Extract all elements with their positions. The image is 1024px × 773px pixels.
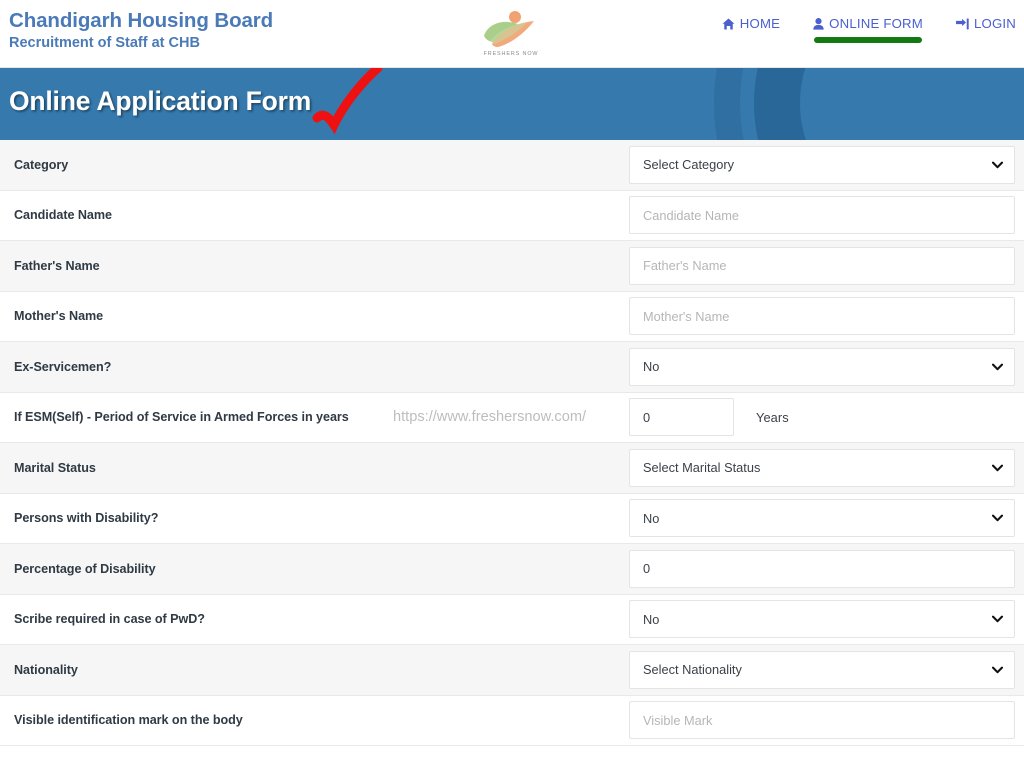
form-row: Percentage of Disability 0 <box>0 544 1024 595</box>
chevron-down-icon[interactable] <box>991 360 1004 373</box>
nav-link-home-label: HOME <box>739 16 781 31</box>
field-value: Visible Mark <box>643 712 713 728</box>
chevron-down-icon[interactable] <box>991 158 1004 171</box>
field-value: 0 <box>643 409 651 425</box>
text-input-field[interactable]: Mother's Name <box>629 297 1015 336</box>
form-row: Father's Name Father's Name <box>0 241 1024 292</box>
select-field[interactable]: No <box>629 499 1015 538</box>
brand-title: Chandigarh Housing Board <box>9 9 274 32</box>
text-input-field[interactable]: 0 <box>629 549 1015 588</box>
freshersnow-logo: FRESHERS NOW <box>478 8 544 60</box>
form-row-control: Candidate Name <box>629 196 1015 235</box>
site-header: Chandigarh Housing Board Recruitment of … <box>0 0 1024 68</box>
chevron-down-icon[interactable] <box>991 613 1004 626</box>
form-row-control: Visible Mark <box>629 701 1015 740</box>
form-row: Candidate Name Candidate Name <box>0 190 1024 241</box>
form-row: Visible identification mark on the body V… <box>0 695 1024 746</box>
chevron-down-icon[interactable] <box>991 461 1004 474</box>
active-nav-underline <box>814 37 923 43</box>
form-row-label: Father's Name <box>14 258 100 273</box>
form-row: Ex-Servicemen? No <box>0 342 1024 393</box>
select-field[interactable]: No <box>629 600 1015 639</box>
form-row-label: Ex-Servicemen? <box>14 359 112 374</box>
page-banner: Online Application Form <box>0 68 1024 140</box>
select-field[interactable]: No <box>629 347 1015 386</box>
form-row-label: Nationality <box>14 662 78 677</box>
form-row: Nationality Select Nationality <box>0 645 1024 696</box>
form-row-control: No <box>629 347 1015 386</box>
freshersnow-bird-icon <box>484 11 534 47</box>
text-input-field[interactable]: Father's Name <box>629 246 1015 285</box>
brand-subtitle: Recruitment of Staff at CHB <box>9 35 200 51</box>
form-row-label: Scribe required in case of PwD? <box>14 612 205 627</box>
select-field[interactable]: Select Category <box>629 145 1015 184</box>
chevron-down-icon[interactable] <box>991 663 1004 676</box>
select-field[interactable]: Select Marital Status <box>629 448 1015 487</box>
text-input-field[interactable]: Visible Mark <box>629 701 1015 740</box>
field-value: Select Category <box>643 157 735 173</box>
red-check-mark-icon <box>312 68 383 135</box>
unit-label: Years <box>756 409 789 425</box>
field-value: Candidate Name <box>643 207 740 223</box>
form-row-label: If ESM(Self) - Period of Service in Arme… <box>14 410 349 425</box>
form-row-label: Persons with Disability? <box>14 511 159 526</box>
form-row-label: Percentage of Disability <box>14 561 156 576</box>
form-row-control: Father's Name <box>629 246 1015 285</box>
field-value: Select Marital Status <box>643 460 761 476</box>
nav-link-login[interactable]: LOGIN <box>955 16 1016 31</box>
nav-link-login-label: LOGIN <box>973 16 1016 31</box>
form-row-control: 0 Years <box>629 398 789 437</box>
form-row: Persons with Disability? No <box>0 493 1024 544</box>
nav-link-online-form-label: ONLINE FORM <box>829 16 923 31</box>
field-value: No <box>643 359 660 375</box>
form-row-control: No <box>629 499 1015 538</box>
field-value: Select Nationality <box>643 662 742 678</box>
text-input-field[interactable]: Candidate Name <box>629 196 1015 235</box>
field-value: Mother's Name <box>643 308 730 324</box>
form-row-label: Mother's Name <box>14 309 104 324</box>
banner-arc-outer <box>714 68 1024 140</box>
form-row-label: Visible identification mark on the body <box>14 713 243 728</box>
main-nav: HOME ONLINE FORM LOGIN <box>722 16 1016 43</box>
form-row-label: Category <box>14 157 69 172</box>
form-row-control: Select Nationality <box>629 650 1015 689</box>
form-row-control: 0 <box>629 549 1015 588</box>
form-row-control: Select Marital Status <box>629 448 1015 487</box>
home-icon <box>722 18 735 30</box>
select-field[interactable]: Select Nationality <box>629 650 1015 689</box>
form-row-control: Select Category <box>629 145 1015 184</box>
form-row: Marital Status Select Marital Status <box>0 443 1024 494</box>
form-row-label: Candidate Name <box>14 208 112 223</box>
banner-arc-inner <box>754 68 1024 140</box>
form-row: Scribe required in case of PwD? No <box>0 594 1024 645</box>
form-row-control: Mother's Name <box>629 297 1015 336</box>
field-value: No <box>643 510 660 526</box>
nav-link-online-form[interactable]: ONLINE FORM <box>813 16 923 43</box>
form-row-label: Marital Status <box>14 460 96 475</box>
form-row-control: No <box>629 600 1015 639</box>
brand: Chandigarh Housing Board Recruitment of … <box>9 9 273 52</box>
form-row: Category Select Category <box>0 140 1024 191</box>
form-row: If ESM(Self) - Period of Service in Arme… <box>0 392 1024 443</box>
text-input-field[interactable]: 0 <box>629 398 734 437</box>
form-row: Mother's Name Mother's Name <box>0 291 1024 342</box>
user-icon <box>813 17 824 30</box>
site-watermark: https://www.freshersnow.com/ <box>393 409 587 426</box>
field-value: 0 <box>643 561 651 577</box>
field-value: Father's Name <box>643 258 727 274</box>
field-value: No <box>643 611 660 627</box>
page-title: Online Application Form <box>9 86 312 116</box>
logo-wordmark: FRESHERS NOW <box>483 51 539 57</box>
chevron-down-icon[interactable] <box>991 512 1004 525</box>
application-form: Category Select Category Candidate Name Can… <box>0 140 1024 746</box>
sign-in-icon <box>955 18 969 30</box>
nav-link-home[interactable]: HOME <box>722 16 780 31</box>
